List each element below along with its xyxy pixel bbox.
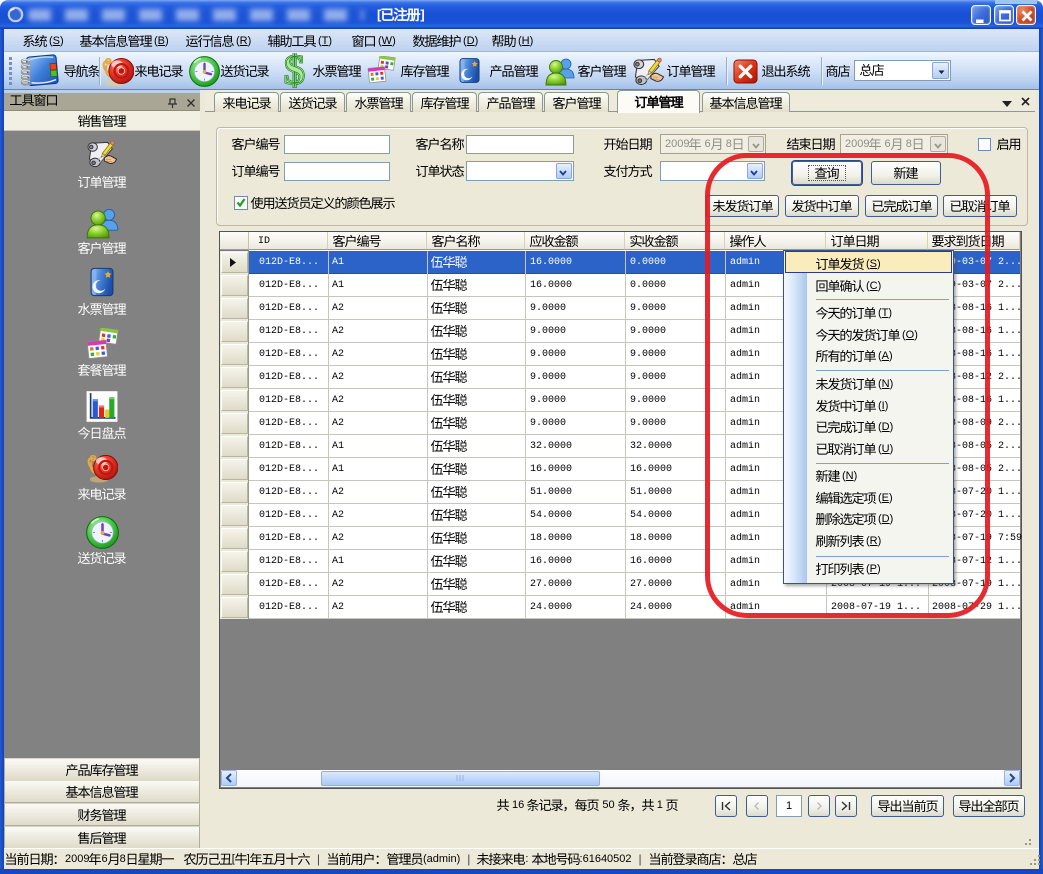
svg-text:$: $ xyxy=(284,53,305,89)
